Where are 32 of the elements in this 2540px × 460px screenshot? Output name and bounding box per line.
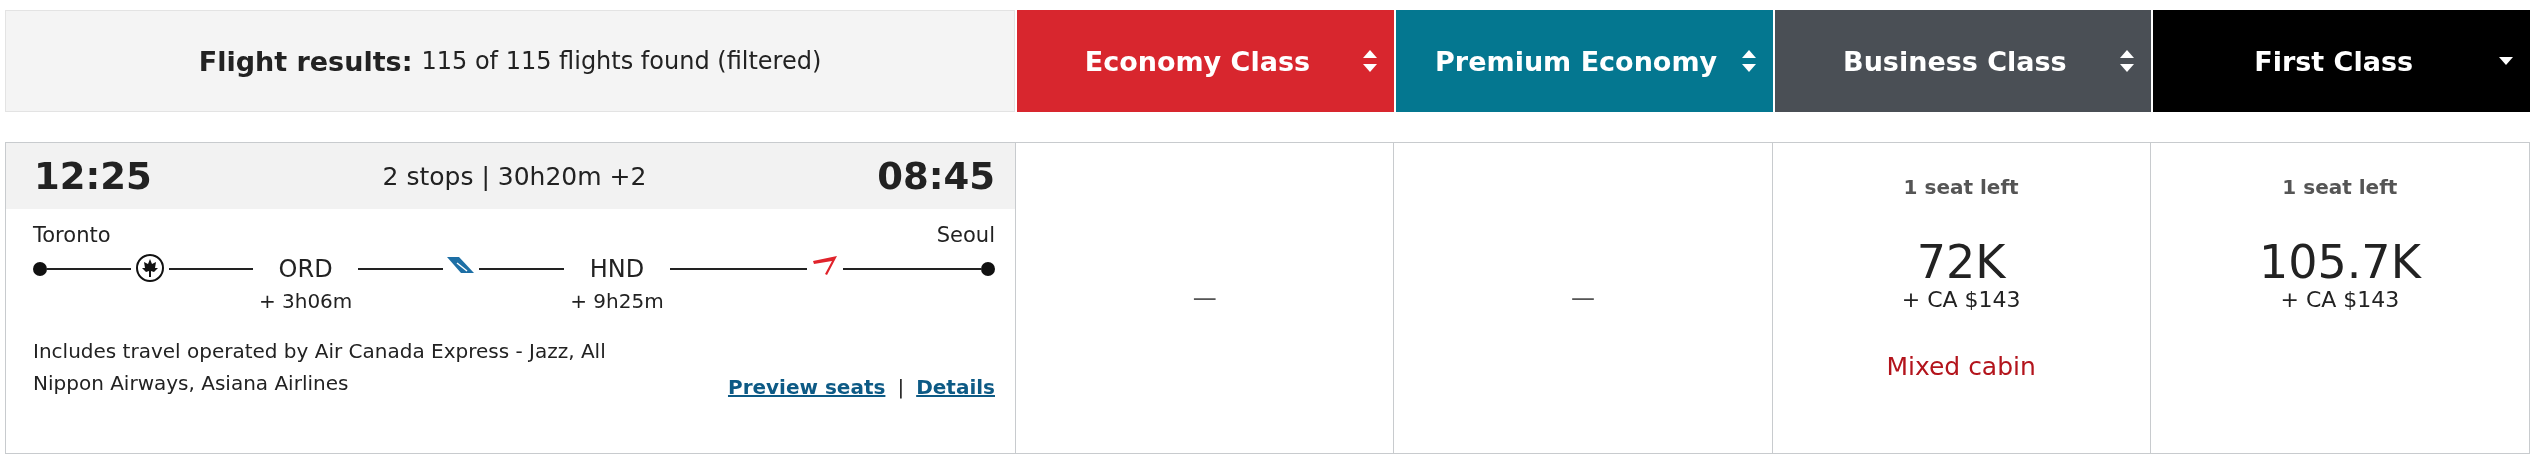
cabin-column-header[interactable]: Business Class [1774, 10, 2152, 112]
origin-dot [33, 262, 47, 276]
arrival-time: 08:45 [877, 154, 995, 198]
stop-airport-code: HND [589, 254, 645, 285]
no-fare-dash: — [1192, 284, 1217, 312]
departure-time: 12:25 [34, 154, 152, 198]
origin-city: Toronto [33, 223, 111, 247]
results-count: 115 of 115 flights found (filtered) [421, 47, 822, 75]
operating-carriers-note: Includes travel operated by Air Canada Express - Jazz, All Nippon Airways, Asiana Airlines [33, 338, 607, 397]
fare-points: 105.7K [2258, 237, 2421, 287]
swoosh-icon [811, 253, 840, 277]
maple-leaf-icon [134, 253, 165, 283]
cabin-column-header[interactable]: Economy Class [1017, 10, 1394, 112]
layover-duration: + 3h06m [258, 289, 353, 313]
destination-city: Seoul [936, 223, 995, 247]
seats-left: 1 seat left [2282, 175, 2398, 199]
link-separator: | [897, 375, 905, 399]
stop-airport-code: ORD [278, 254, 333, 285]
mixed-cabin-note: Mixed cabin [1886, 352, 2036, 381]
no-fare-dash: — [1570, 284, 1595, 312]
stops-duration: 2 stops | 30h20m +2 [382, 161, 647, 191]
fare-points: 72K [1916, 237, 2006, 287]
cabin-column-header[interactable]: Premium Economy [1395, 10, 1773, 112]
details-link[interactable]: Details [916, 375, 995, 399]
layover-duration: + 9h25m [570, 289, 664, 313]
fare-cash: + CA $143 [2280, 287, 2400, 312]
destination-dot [981, 262, 995, 276]
cabin-column-header[interactable]: First Class [2153, 10, 2530, 112]
results-label: Flight results: [198, 45, 413, 77]
preview-seats-link[interactable]: Preview seats [728, 375, 886, 399]
fare-cash: + CA $143 [1901, 287, 2021, 312]
seats-left: 1 seat left [1903, 175, 2019, 199]
